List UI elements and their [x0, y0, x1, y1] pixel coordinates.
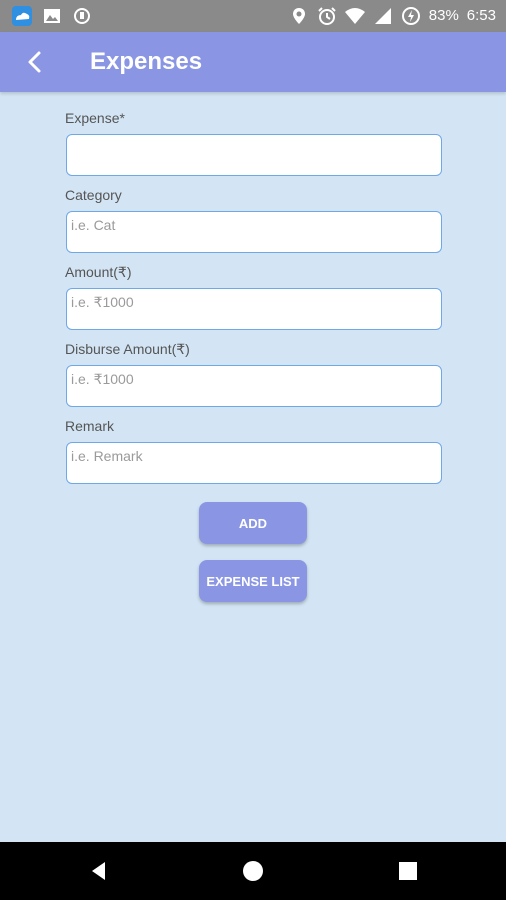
expense-input[interactable] [66, 134, 442, 176]
signal-icon [374, 8, 391, 24]
status-bar: 83% 6:53 [0, 0, 506, 32]
disburse-amount-label: Disburse Amount(₹) [65, 341, 190, 357]
expense-list-button[interactable]: EXPENSE LIST [199, 560, 307, 602]
category-label: Category [65, 187, 122, 203]
amount-input[interactable] [66, 288, 442, 330]
add-button[interactable]: ADD [199, 502, 307, 544]
clock: 6:53 [466, 7, 496, 24]
remark-label: Remark [65, 418, 115, 434]
shield-icon [74, 8, 90, 24]
chevron-left-icon[interactable] [20, 46, 50, 78]
back-triangle-icon[interactable] [87, 859, 111, 883]
home-circle-icon[interactable] [241, 859, 265, 883]
battery-percent: 83% [428, 7, 459, 24]
remark-input[interactable] [66, 442, 442, 484]
battery-icon [401, 7, 420, 25]
alarm-icon [318, 7, 336, 25]
location-icon [292, 8, 305, 24]
cloud-app-icon [12, 6, 32, 26]
status-left-icons [12, 6, 92, 26]
amount-label: Amount(₹) [65, 264, 132, 280]
status-right-icons: 83% 6:53 [289, 6, 496, 26]
recents-square-icon[interactable] [396, 859, 420, 883]
disburse-amount-input[interactable] [66, 365, 442, 407]
system-nav-bar [0, 842, 506, 900]
category-input[interactable] [66, 211, 442, 253]
image-icon [44, 9, 60, 23]
page-title: Expenses [90, 48, 203, 75]
wifi-icon [344, 8, 365, 24]
app-bar: Expenses [0, 32, 506, 92]
expense-label: Expense* [65, 110, 125, 126]
